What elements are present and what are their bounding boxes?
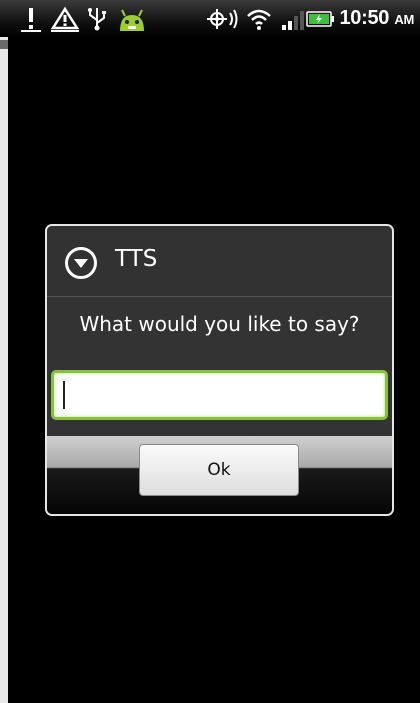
clock-ampm: AM <box>394 12 414 27</box>
status-clock: 10:50 AM <box>339 7 414 30</box>
dropdown-circle-icon <box>64 246 98 280</box>
signal-icon <box>280 6 306 32</box>
battery-charging-icon <box>306 6 336 32</box>
dialog-title: TTS <box>115 246 158 272</box>
text-caret <box>63 381 65 409</box>
clock-time: 10:50 <box>339 7 390 29</box>
tts-dialog: TTS What would you like to say? Ok <box>45 224 394 516</box>
status-bar: 10:50 AM <box>0 0 420 37</box>
dialog-button-bar: Ok <box>47 436 392 514</box>
speech-text-input[interactable] <box>51 370 388 420</box>
alert-icon <box>20 6 42 32</box>
dialog-prompt: What would you like to say? <box>79 312 360 336</box>
left-edge-nub <box>0 40 8 49</box>
android-robot-icon <box>114 6 150 32</box>
wifi-icon <box>246 6 272 32</box>
left-edge-strip <box>0 37 8 703</box>
gps-icon <box>204 6 240 32</box>
screen: 10:50 AM TTS What would you like to say?… <box>0 0 420 703</box>
dialog-title-bar: TTS <box>47 226 392 297</box>
ok-button[interactable]: Ok <box>139 444 299 496</box>
warning-triangle-icon <box>50 6 80 32</box>
usb-icon <box>86 6 108 32</box>
